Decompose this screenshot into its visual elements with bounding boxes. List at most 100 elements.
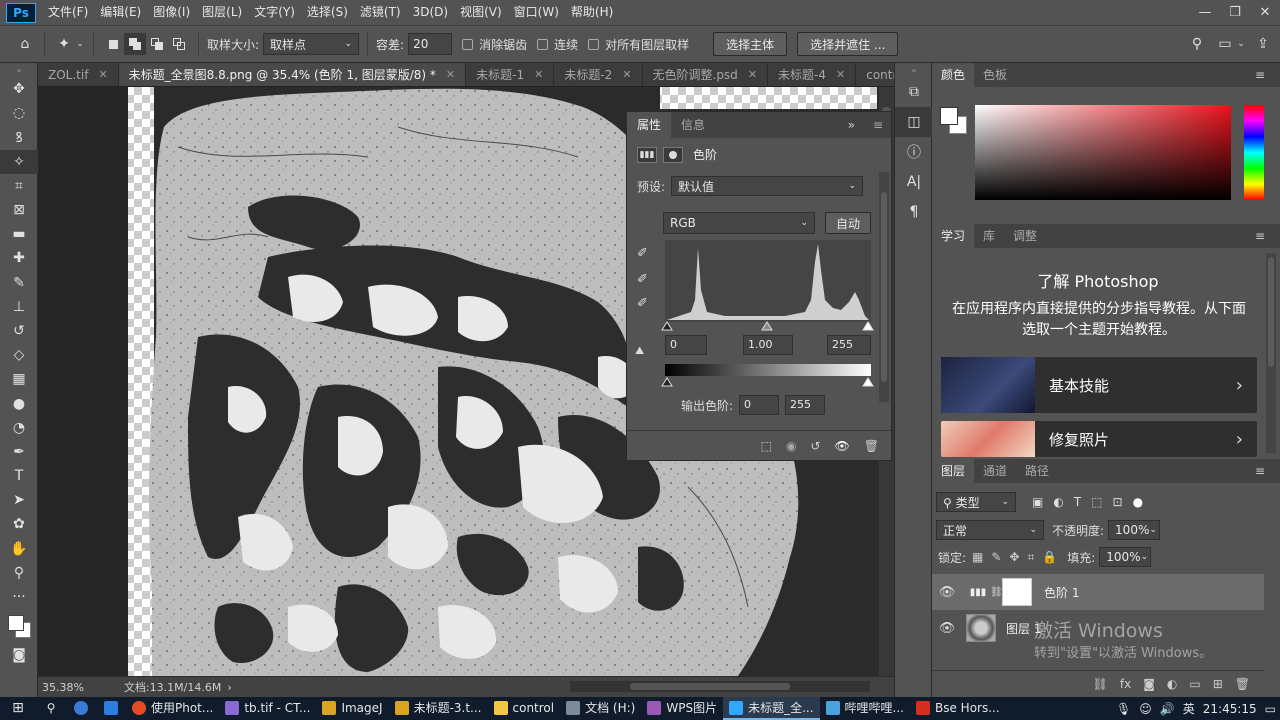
zoom-level[interactable]: 35.38%: [42, 681, 84, 694]
brush-tool-icon[interactable]: ✎: [0, 271, 38, 295]
menu-edit[interactable]: 编辑(E): [94, 0, 147, 25]
tray-app-icon[interactable]: ☺: [1139, 702, 1152, 716]
add-selection-icon[interactable]: [124, 33, 146, 55]
more-tools-icon[interactable]: ···: [0, 585, 38, 609]
delete-icon[interactable]: 🗑: [864, 439, 879, 453]
intersect-selection-icon[interactable]: [168, 33, 190, 55]
pen-tool-icon[interactable]: ✒: [0, 440, 38, 464]
taskbar-app[interactable]: 文档 (H:): [560, 697, 641, 720]
layer-row-levels[interactable]: 👁 ▮▮▮ ⛓ 色阶 1: [932, 574, 1264, 610]
white-eyedropper-icon[interactable]: ✐: [637, 296, 648, 311]
layer-name[interactable]: 色阶 1: [1044, 584, 1079, 601]
gray-eyedropper-icon[interactable]: ✐: [637, 272, 648, 287]
color-swatches[interactable]: [0, 609, 38, 643]
gradient-tool-icon[interactable]: ▦: [0, 367, 38, 391]
lock-pixels-icon[interactable]: ✎: [991, 550, 1001, 564]
clone-stamp-icon[interactable]: ⊥: [0, 295, 38, 319]
taskbar-app[interactable]: ImageJ: [316, 697, 388, 720]
properties-panel-icon[interactable]: ◫: [895, 107, 933, 137]
input-sliders[interactable]: [661, 320, 875, 332]
taskbar-app[interactable]: Bse Hors...: [910, 697, 1006, 720]
magic-wand-tool-icon[interactable]: ✧: [0, 149, 38, 174]
frame-tool-icon[interactable]: ⊠: [0, 198, 38, 222]
link-layers-icon[interactable]: ⛓: [1093, 677, 1108, 691]
browser-icon[interactable]: [66, 697, 96, 720]
history-brush-icon[interactable]: ↺: [0, 319, 38, 343]
learn-card-repair[interactable]: 修复照片 ›: [941, 421, 1257, 457]
select-subject-button[interactable]: 选择主体: [713, 32, 788, 56]
zoom-tool-icon[interactable]: ⚲: [0, 561, 38, 585]
ime-indicator[interactable]: 英: [1183, 700, 1195, 717]
type-tool-icon[interactable]: T: [0, 464, 38, 488]
paragraph-panel-icon[interactable]: ¶: [895, 197, 933, 227]
visibility-icon[interactable]: 👁: [835, 439, 850, 453]
taskbar-app[interactable]: 使用Phot...: [126, 697, 219, 720]
share-icon[interactable]: ⇪: [1252, 33, 1274, 55]
foreground-color-swatch[interactable]: [8, 615, 24, 632]
eraser-tool-icon[interactable]: ◇: [0, 343, 38, 367]
new-selection-icon[interactable]: [102, 33, 124, 55]
new-adjustment-icon[interactable]: ◐: [1167, 677, 1177, 691]
menu-help[interactable]: 帮助(H): [565, 0, 619, 25]
menu-layer[interactable]: 图层(L): [196, 0, 248, 25]
channel-select[interactable]: RGB ⌄: [663, 212, 815, 234]
tab-panorama[interactable]: 未标题_全景图8.8.png @ 35.4% (色阶 1, 图层蒙版/8) * ✕: [118, 63, 467, 86]
scroll-thumb[interactable]: [881, 192, 887, 382]
tab-learn[interactable]: 学习: [932, 224, 975, 248]
tab-no-levels-psd[interactable]: 无色阶调整.psd ✕: [643, 63, 769, 86]
hand-tool-icon[interactable]: ✋: [0, 537, 38, 561]
lasso-tool-icon[interactable]: ꝸ: [0, 125, 38, 149]
select-and-mask-button[interactable]: 选择并遮住 ...: [797, 32, 899, 56]
menu-view[interactable]: 视图(V): [454, 0, 508, 25]
type-filter-icon[interactable]: T: [1074, 495, 1081, 509]
visibility-eye-icon[interactable]: 👁: [932, 621, 962, 636]
auto-button[interactable]: 自动: [825, 212, 872, 234]
home-icon[interactable]: ⌂: [14, 33, 36, 55]
fx-icon[interactable]: fx: [1120, 677, 1131, 691]
dodge-tool-icon[interactable]: ◔: [0, 416, 38, 440]
clip-to-layer-icon[interactable]: ⬚: [761, 439, 772, 453]
tolerance-input[interactable]: 20: [408, 33, 453, 55]
minimize-button[interactable]: —: [1190, 0, 1220, 25]
notifications-icon[interactable]: ▭: [1265, 702, 1276, 716]
clock[interactable]: 21:45:15: [1203, 702, 1257, 716]
taskbar-app[interactable]: tb.tif - CT...: [219, 697, 316, 720]
output-sliders[interactable]: [661, 376, 875, 388]
crop-tool-icon[interactable]: ⌗: [0, 174, 38, 198]
mask-icon[interactable]: [663, 146, 683, 163]
healing-brush-icon[interactable]: ✚: [0, 246, 38, 270]
volume-icon[interactable]: 🔊: [1160, 702, 1175, 716]
visibility-eye-icon[interactable]: 👁: [932, 585, 962, 600]
start-button[interactable]: ⊞: [0, 697, 36, 720]
move-tool-icon[interactable]: ✥: [0, 77, 38, 101]
path-selection-icon[interactable]: ➤: [0, 488, 38, 512]
menu-filter[interactable]: 滤镜(T): [354, 0, 407, 25]
restore-button[interactable]: ❐: [1220, 0, 1250, 25]
history-panel-icon[interactable]: ⧉: [895, 77, 933, 107]
taskbar-app[interactable]: 哔哩哔哩...: [820, 697, 910, 720]
close-icon[interactable]: ✕: [534, 68, 543, 81]
search-icon[interactable]: ⚲: [36, 697, 66, 720]
blend-mode-select[interactable]: 正常 ⌄: [936, 520, 1044, 540]
reset-icon[interactable]: ↺: [810, 439, 820, 453]
taskbar-app[interactable]: control: [488, 697, 561, 720]
workspace-icon[interactable]: ▭: [1214, 33, 1236, 55]
tab-paths[interactable]: 路径: [1016, 459, 1058, 483]
canvas-horizontal-scrollbar[interactable]: [570, 681, 870, 692]
panel-menu-icon[interactable]: ≡: [865, 112, 891, 138]
close-icon[interactable]: ✕: [98, 68, 107, 81]
close-icon[interactable]: ✕: [446, 68, 455, 81]
sample-size-select[interactable]: 取样点 ⌄: [263, 33, 360, 55]
add-mask-icon[interactable]: ◙: [1143, 677, 1155, 691]
menu-file[interactable]: 文件(F): [42, 0, 94, 25]
tab-untitled-4[interactable]: 未标题-4 ✕: [768, 63, 857, 86]
subtract-selection-icon[interactable]: [146, 33, 168, 55]
collapse-icon[interactable]: »: [0, 63, 38, 77]
tab-untitled-2[interactable]: 未标题-2 ✕: [554, 63, 643, 86]
blur-tool-icon[interactable]: ●: [0, 391, 38, 415]
tab-properties[interactable]: 属性: [627, 112, 672, 138]
tab-swatches[interactable]: 色板: [974, 63, 1016, 87]
taskbar-app[interactable]: WPS图片: [641, 697, 723, 720]
anti-alias-checkbox[interactable]: 消除锯齿: [462, 36, 527, 53]
collapse-icon[interactable]: »: [838, 112, 865, 138]
